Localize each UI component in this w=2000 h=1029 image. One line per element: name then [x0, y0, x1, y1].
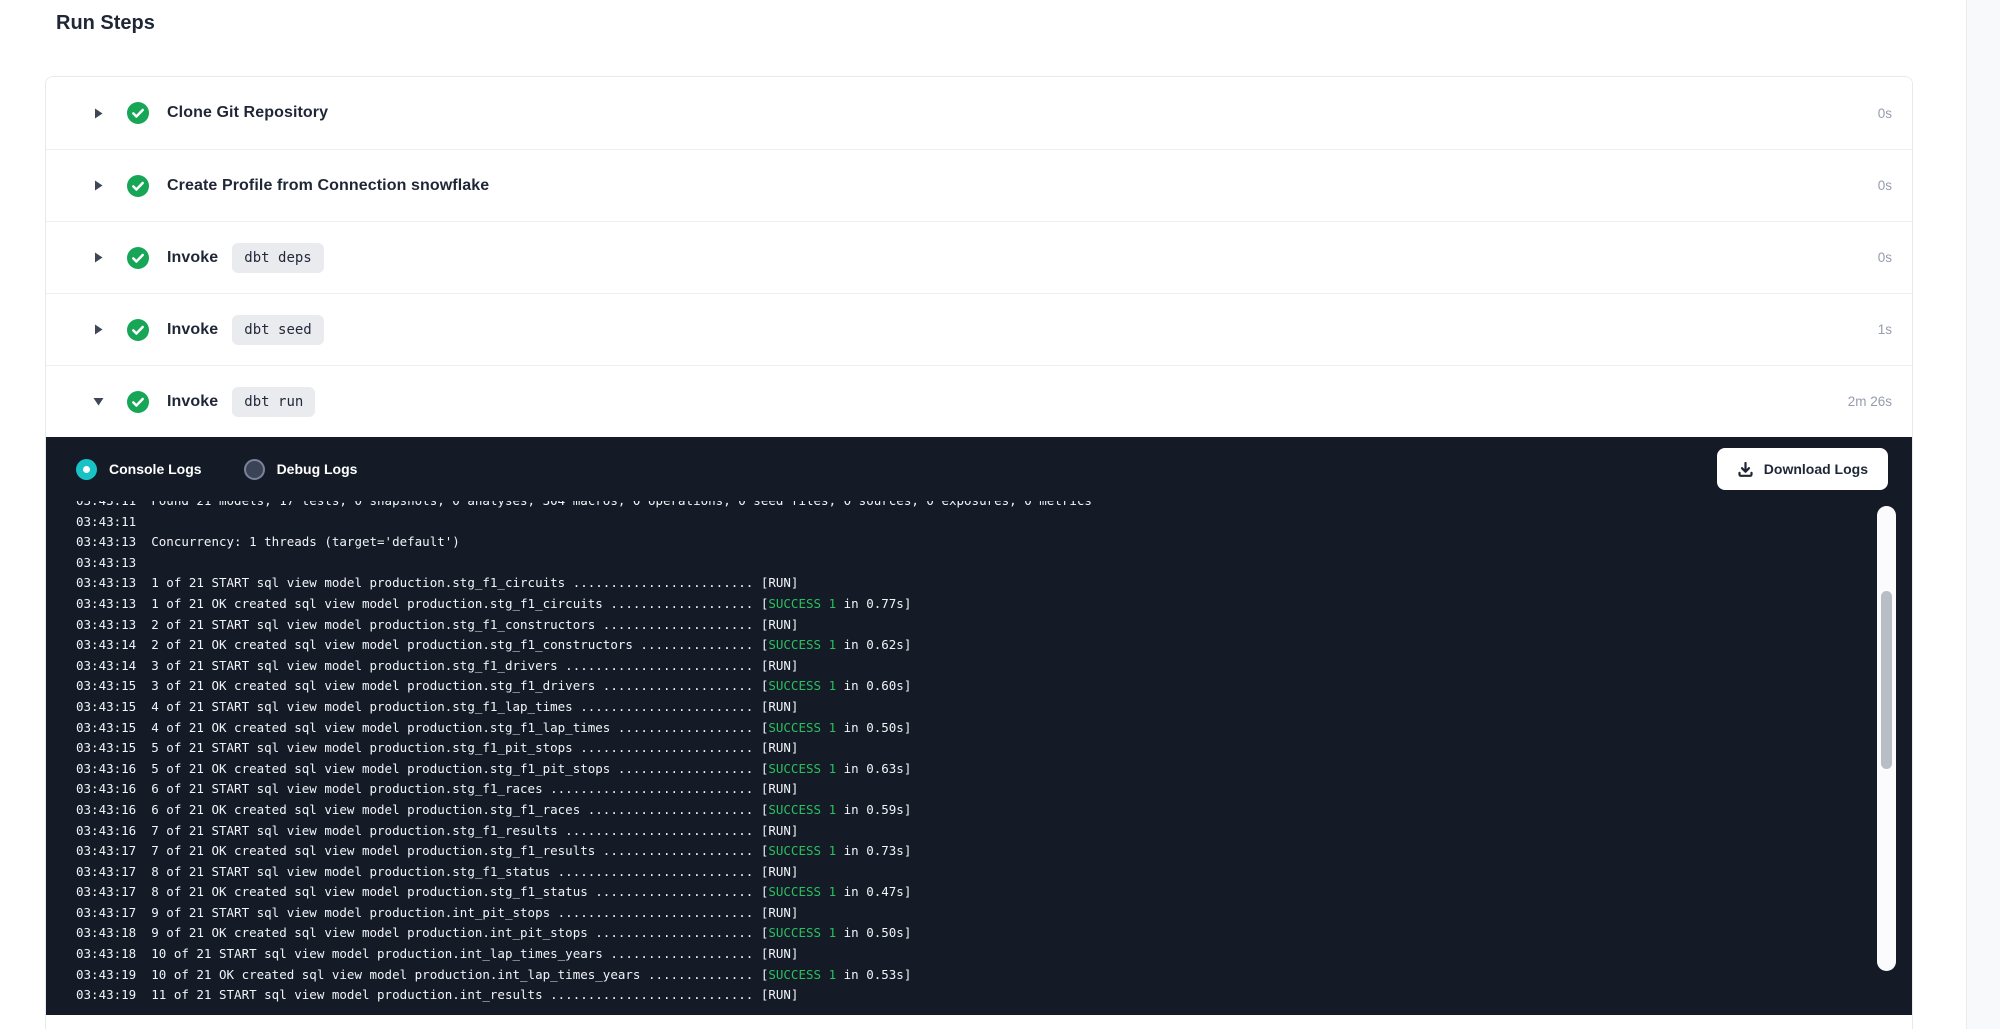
step-row[interactable]: Invoke dbt seed 1s	[46, 293, 1912, 365]
log-line: 03:43:17 9 of 21 START sql view model pr…	[76, 903, 1912, 924]
log-status-success: SUCCESS 1	[768, 967, 836, 982]
success-check-icon	[127, 319, 149, 341]
radio-label: Console Logs	[109, 461, 202, 477]
step-row[interactable]: Invoke dbt run 2m 26s	[46, 365, 1912, 437]
log-lines: 03:43:11 Found 21 models, 17 tests, 0 sn…	[46, 501, 1912, 1006]
log-line: 03:43:19 10 of 21 OK created sql view mo…	[76, 965, 1912, 986]
log-line: 03:43:18 9 of 21 OK created sql view mod…	[76, 923, 1912, 944]
success-check-icon	[127, 102, 149, 124]
log-status-success: SUCCESS 1	[768, 678, 836, 693]
log-scrollbar-thumb[interactable]	[1881, 591, 1892, 769]
log-line: 03:43:17 7 of 21 OK created sql view mod…	[76, 841, 1912, 862]
log-status-success: SUCCESS 1	[768, 596, 836, 611]
log-line: 03:43:15 5 of 21 START sql view model pr…	[76, 738, 1912, 759]
step-duration: 0s	[1878, 106, 1892, 121]
log-line: 03:43:16 7 of 21 START sql view model pr…	[76, 821, 1912, 842]
step-label: Invoke	[167, 321, 218, 339]
log-line: 03:43:14 3 of 21 START sql view model pr…	[76, 656, 1912, 677]
page-title: Run Steps	[56, 12, 155, 35]
caret-right-icon[interactable]	[92, 323, 105, 336]
log-line: 03:43:18 10 of 21 START sql view model p…	[76, 944, 1912, 965]
step-duration: 2m 26s	[1848, 394, 1892, 409]
radio-debug-logs[interactable]: Debug Logs	[244, 459, 358, 480]
radio-label: Debug Logs	[277, 461, 358, 477]
step-row[interactable]: Create Profile from Connection snowflake…	[46, 149, 1912, 221]
caret-right-icon[interactable]	[92, 251, 105, 264]
log-line: 03:43:17 8 of 21 OK created sql view mod…	[76, 882, 1912, 903]
log-type-radio-group: Console Logs Debug Logs	[76, 459, 399, 480]
log-line: 03:43:13 1 of 21 START sql view model pr…	[76, 573, 1912, 594]
log-status-success: SUCCESS 1	[768, 925, 836, 940]
log-status-success: SUCCESS 1	[768, 637, 836, 652]
success-check-icon	[127, 175, 149, 197]
download-logs-label: Download Logs	[1764, 461, 1868, 477]
console-log-output[interactable]: 03:43:11 Found 21 models, 17 tests, 0 sn…	[46, 501, 1912, 1015]
log-line: 03:43:16 5 of 21 OK created sql view mod…	[76, 759, 1912, 780]
log-status-success: SUCCESS 1	[768, 720, 836, 735]
caret-right-icon[interactable]	[92, 107, 105, 120]
log-line: 03:43:16 6 of 21 START sql view model pr…	[76, 779, 1912, 800]
log-status-success: SUCCESS 1	[768, 843, 836, 858]
run-steps-list: Clone Git Repository0sCreate Profile fro…	[46, 77, 1912, 437]
log-status-success: SUCCESS 1	[768, 884, 836, 899]
step-label: Invoke	[167, 393, 218, 411]
radio-console-logs[interactable]: Console Logs	[76, 459, 202, 480]
step-row[interactable]: Invoke dbt deps 0s	[46, 221, 1912, 293]
radio-selected-icon[interactable]	[76, 459, 97, 480]
success-check-icon	[127, 247, 149, 269]
download-logs-button[interactable]: Download Logs	[1717, 448, 1888, 490]
log-line: 03:43:15 3 of 21 OK created sql view mod…	[76, 676, 1912, 697]
step-duration: 0s	[1878, 178, 1892, 193]
step-command-chip: dbt deps	[232, 243, 323, 273]
success-check-icon	[127, 391, 149, 413]
step-row[interactable]: Clone Git Repository 0s	[46, 77, 1912, 149]
log-line: 03:43:13 Concurrency: 1 threads (target=…	[76, 532, 1912, 553]
step-duration: 1s	[1878, 322, 1892, 337]
log-line: 03:43:19 11 of 21 START sql view model p…	[76, 985, 1912, 1006]
step-label: Create Profile from Connection snowflake	[167, 177, 489, 195]
log-status-success: SUCCESS 1	[768, 761, 836, 776]
log-line: 03:43:15 4 of 21 OK created sql view mod…	[76, 718, 1912, 739]
log-scrollbar-track[interactable]	[1877, 506, 1896, 971]
log-line: 03:43:14 2 of 21 OK created sql view mod…	[76, 635, 1912, 656]
run-steps-card: Clone Git Repository0sCreate Profile fro…	[45, 76, 1913, 1029]
caret-right-icon[interactable]	[92, 179, 105, 192]
log-panel: Console Logs Debug Logs Download Logs 03:…	[46, 437, 1912, 1015]
step-command-chip: dbt seed	[232, 315, 323, 345]
page-right-gutter	[1966, 0, 2000, 1029]
log-line: 03:43:17 8 of 21 START sql view model pr…	[76, 862, 1912, 883]
log-line: 03:43:13 2 of 21 START sql view model pr…	[76, 615, 1912, 636]
log-line: 03:43:13	[76, 553, 1912, 574]
step-command-chip: dbt run	[232, 387, 315, 417]
download-icon	[1737, 461, 1754, 478]
log-status-success: SUCCESS 1	[768, 802, 836, 817]
log-line: 03:43:15 4 of 21 START sql view model pr…	[76, 697, 1912, 718]
log-panel-header: Console Logs Debug Logs Download Logs	[46, 437, 1912, 501]
caret-down-icon[interactable]	[92, 395, 105, 408]
step-label: Clone Git Repository	[167, 104, 328, 122]
log-line: 03:43:11 Found 21 models, 17 tests, 0 sn…	[76, 501, 1912, 512]
step-label: Invoke	[167, 249, 218, 267]
radio-unselected-icon[interactable]	[244, 459, 265, 480]
log-line: 03:43:11	[76, 512, 1912, 533]
log-line: 03:43:16 6 of 21 OK created sql view mod…	[76, 800, 1912, 821]
log-line: 03:43:13 1 of 21 OK created sql view mod…	[76, 594, 1912, 615]
step-duration: 0s	[1878, 250, 1892, 265]
